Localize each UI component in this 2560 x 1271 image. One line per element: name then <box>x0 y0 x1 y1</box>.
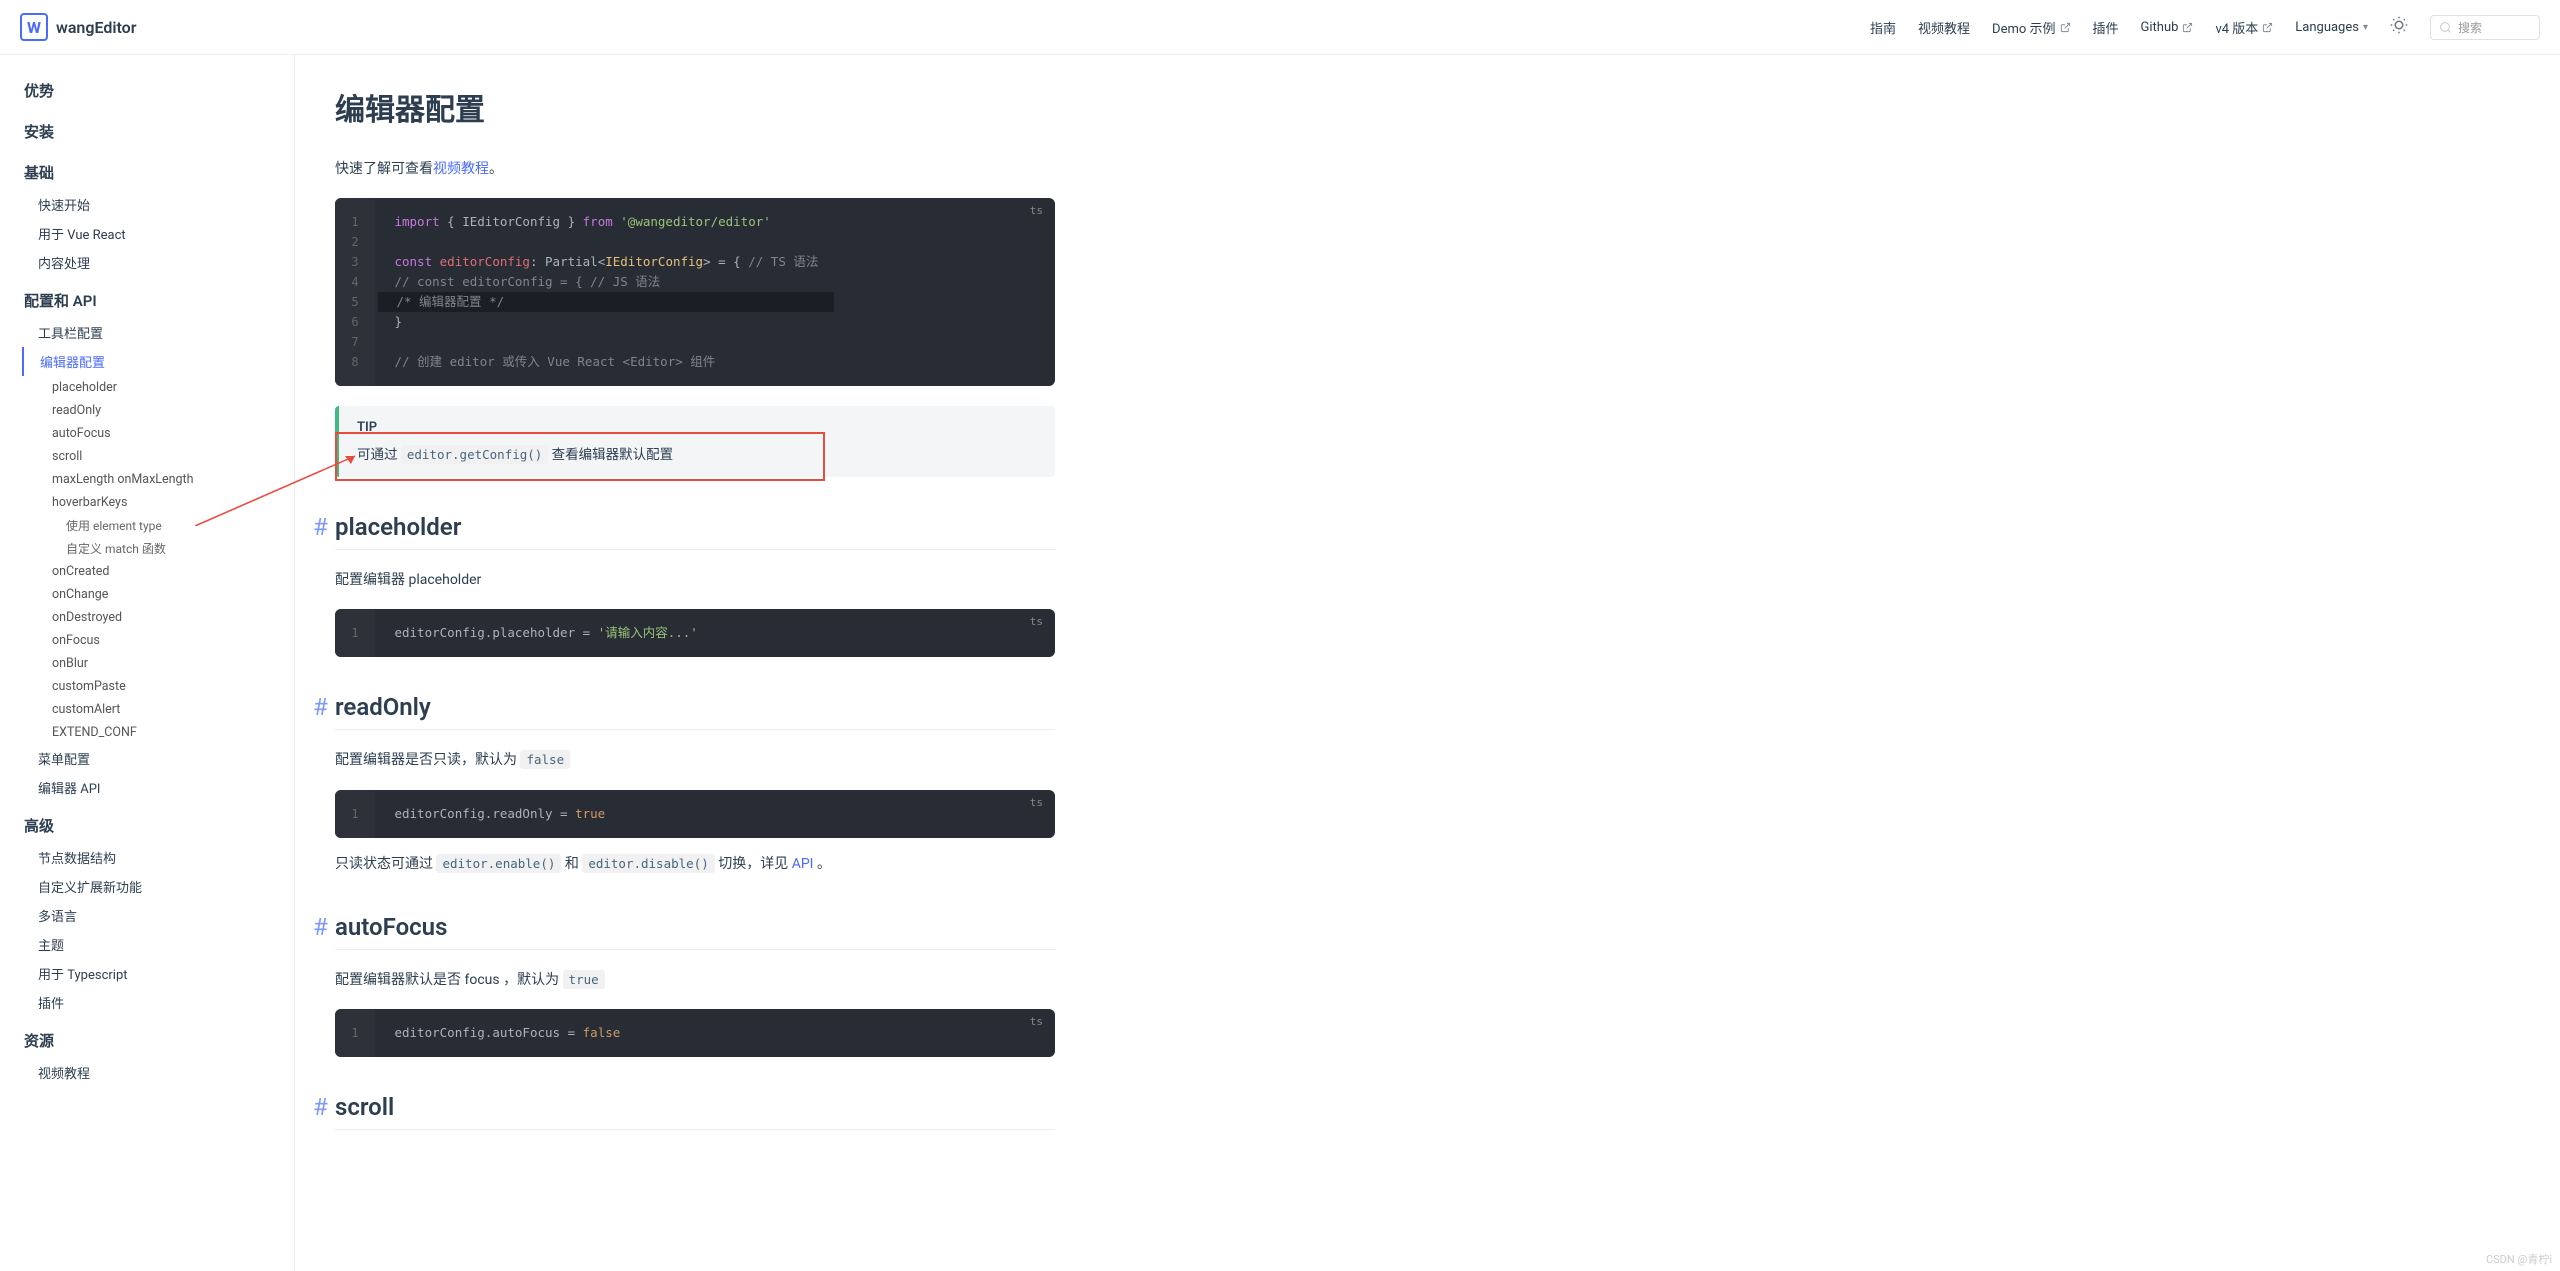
logo-icon: W <box>20 13 48 41</box>
readonly-note: 只读状态可通过 editor.enable() 和 editor.disable… <box>335 852 1055 877</box>
external-link-icon <box>2182 22 2193 33</box>
sidebar-group-advantage[interactable]: 优势 <box>24 73 294 108</box>
section-scroll: #scroll <box>335 1093 1055 1130</box>
sidebar-sub2-matchfn[interactable]: 自定义 match 函数 <box>24 537 294 560</box>
intro-paragraph: 快速了解可查看视频教程。 <box>335 157 1055 182</box>
sidebar-group-basic[interactable]: 基础 <box>24 155 294 190</box>
sidebar-sub-ondestroyed[interactable]: onDestroyed <box>24 606 294 629</box>
sidebar-item-video[interactable]: 视频教程 <box>24 1058 294 1087</box>
sidebar-item-toolbar[interactable]: 工具栏配置 <box>24 318 294 347</box>
api-link[interactable]: API <box>792 856 814 872</box>
sidebar-sub-readonly[interactable]: readOnly <box>24 399 294 422</box>
tip-box: TIP 可通过 editor.getConfig() 查看编辑器默认配置 <box>335 406 1055 477</box>
sidebar-sub2-elementtype[interactable]: 使用 element type <box>24 514 294 537</box>
sidebar-item-plugins[interactable]: 插件 <box>24 988 294 1017</box>
line-numbers: 1 <box>335 790 375 838</box>
anchor-hash[interactable]: # <box>313 913 328 941</box>
watermark: CSDN @青柠i <box>2486 1251 2552 1267</box>
sidebar-group-advanced[interactable]: 高级 <box>24 808 294 843</box>
sidebar-item-content[interactable]: 内容处理 <box>24 248 294 277</box>
section-placeholder: #placeholder <box>335 513 1055 550</box>
sidebar-group-config-api[interactable]: 配置和 API <box>24 283 294 318</box>
code-content: editorConfig.autoFocus = false <box>378 1009 636 1057</box>
code-content: import { IEditorConfig } from '@wangedit… <box>378 198 834 386</box>
tip-label: TIP <box>357 420 1037 435</box>
sidebar-sub-placeholder[interactable]: placeholder <box>24 376 294 399</box>
sidebar-group-resources[interactable]: 资源 <box>24 1023 294 1058</box>
code-lang-badge: ts <box>1030 796 1043 809</box>
sidebar-item-nodedata[interactable]: 节点数据结构 <box>24 843 294 872</box>
sidebar-sub-custompaste[interactable]: customPaste <box>24 675 294 698</box>
nav-demo[interactable]: Demo 示例 <box>1992 18 2070 37</box>
primary-nav: 指南 视频教程 Demo 示例 插件 Github v4 版本 Language… <box>1870 15 2540 40</box>
sidebar-item-theme[interactable]: 主题 <box>24 930 294 959</box>
external-link-icon <box>2262 22 2273 33</box>
code-lang-badge: ts <box>1030 204 1043 217</box>
anchor-hash[interactable]: # <box>313 1093 328 1121</box>
brand-name: wangEditor <box>56 18 136 37</box>
top-nav-bar: W wangEditor 指南 视频教程 Demo 示例 插件 Github v… <box>0 0 2560 55</box>
search-placeholder: 搜索 <box>2458 19 2482 36</box>
sidebar-sub-scroll[interactable]: scroll <box>24 445 294 468</box>
anchor-hash[interactable]: # <box>313 693 328 721</box>
sidebar-sub-extendconf[interactable]: EXTEND_CONF <box>24 721 294 744</box>
nav-plugin[interactable]: 插件 <box>2093 18 2119 37</box>
code-block-readonly: ts 1 editorConfig.readOnly = true <box>335 790 1055 838</box>
section-readonly: #readOnly <box>335 693 1055 730</box>
sun-icon <box>2390 16 2408 34</box>
sidebar-item-typescript[interactable]: 用于 Typescript <box>24 959 294 988</box>
section-autofocus: #autoFocus <box>335 913 1055 950</box>
sidebar-item-quickstart[interactable]: 快速开始 <box>24 190 294 219</box>
code-content: editorConfig.readOnly = true <box>378 790 621 838</box>
sidebar-sub-onblur[interactable]: onBlur <box>24 652 294 675</box>
autofocus-desc: 配置编辑器默认是否 focus ，默认为 true <box>335 968 1055 993</box>
line-numbers: 1 <box>335 1009 375 1057</box>
theme-toggle[interactable] <box>2390 16 2408 38</box>
sidebar[interactable]: 优势 安装 基础 快速开始 用于 Vue React 内容处理 配置和 API … <box>0 55 295 1271</box>
sidebar-item-extend[interactable]: 自定义扩展新功能 <box>24 872 294 901</box>
sidebar-sub-onchange[interactable]: onChange <box>24 583 294 606</box>
nav-guide[interactable]: 指南 <box>1870 18 1896 37</box>
sidebar-item-menu[interactable]: 菜单配置 <box>24 744 294 773</box>
search-icon <box>2439 21 2452 34</box>
tip-code: editor.getConfig() <box>401 445 548 464</box>
anchor-hash[interactable]: # <box>313 513 328 541</box>
sidebar-sub-onfocus[interactable]: onFocus <box>24 629 294 652</box>
external-link-icon <box>2060 22 2071 33</box>
nav-github[interactable]: Github <box>2141 20 2194 35</box>
code-lang-badge: ts <box>1030 615 1043 628</box>
code-content: editorConfig.placeholder = '请输入内容...' <box>378 609 713 657</box>
placeholder-desc: 配置编辑器 placeholder <box>335 568 1055 593</box>
code-lang-badge: ts <box>1030 1015 1043 1028</box>
nav-v4[interactable]: v4 版本 <box>2215 18 2273 37</box>
sidebar-item-vuereact[interactable]: 用于 Vue React <box>24 219 294 248</box>
sidebar-item-i18n[interactable]: 多语言 <box>24 901 294 930</box>
sidebar-item-editor-config[interactable]: 编辑器配置 <box>22 347 294 376</box>
nav-video[interactable]: 视频教程 <box>1918 18 1970 37</box>
brand-logo[interactable]: W wangEditor <box>20 13 136 41</box>
chevron-down-icon: ▾ <box>2363 22 2368 33</box>
line-numbers: 1 <box>335 609 375 657</box>
sidebar-item-editor-api[interactable]: 编辑器 API <box>24 773 294 802</box>
sidebar-group-install[interactable]: 安装 <box>24 114 294 149</box>
tip-body: 可通过 editor.getConfig() 查看编辑器默认配置 <box>357 443 1037 463</box>
sidebar-sub-hoverbarkeys[interactable]: hoverbarKeys <box>24 491 294 514</box>
intro-video-link[interactable]: 视频教程 <box>433 161 489 177</box>
sidebar-sub-customalert[interactable]: customAlert <box>24 698 294 721</box>
readonly-desc: 配置编辑器是否只读，默认为 false <box>335 748 1055 773</box>
sidebar-sub-maxlength[interactable]: maxLength onMaxLength <box>24 468 294 491</box>
page-title: 编辑器配置 <box>335 85 1055 129</box>
sidebar-sub-autofocus[interactable]: autoFocus <box>24 422 294 445</box>
search-input[interactable]: 搜索 <box>2430 15 2540 40</box>
main-content: 编辑器配置 快速了解可查看视频教程。 ts 12345678 import { … <box>295 55 1095 1228</box>
nav-languages[interactable]: Languages▾ <box>2295 20 2368 35</box>
line-numbers: 12345678 <box>335 198 375 386</box>
code-block-autofocus: ts 1 editorConfig.autoFocus = false <box>335 1009 1055 1057</box>
code-block-placeholder: ts 1 editorConfig.placeholder = '请输入内容..… <box>335 609 1055 657</box>
code-block-import: ts 12345678 import { IEditorConfig } fro… <box>335 198 1055 386</box>
sidebar-sub-oncreated[interactable]: onCreated <box>24 560 294 583</box>
